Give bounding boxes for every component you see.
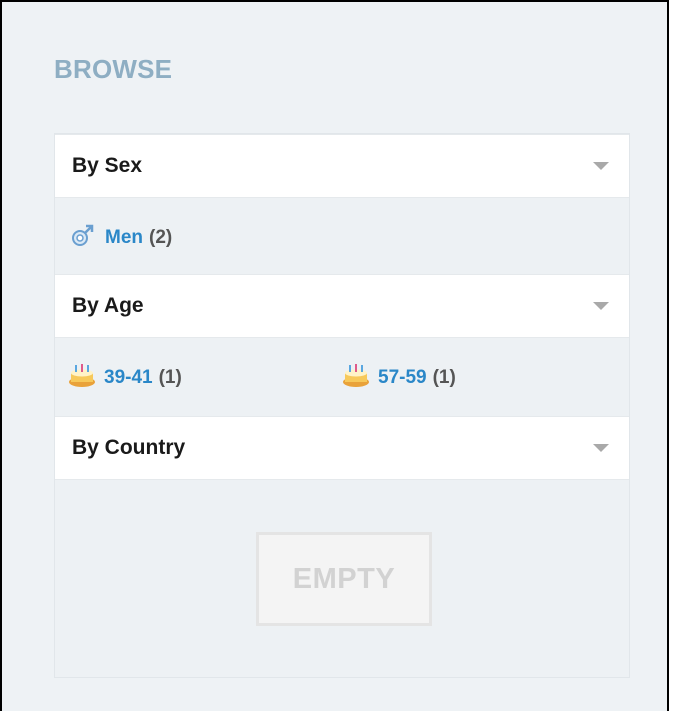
cake-icon: [68, 362, 96, 394]
by-sex-header[interactable]: By Sex: [55, 134, 629, 198]
sex-item-men-count: (2): [149, 227, 173, 248]
by-age-label: By Age: [72, 294, 144, 317]
sex-item-men[interactable]: Men (2): [71, 223, 172, 253]
by-country-label: By Country: [72, 436, 186, 459]
by-country-header[interactable]: By Country: [55, 416, 629, 480]
browse-panel: By Sex Men (2) By Age 39-41 (1) 57-59 (1…: [54, 133, 630, 678]
age-item-57-59-link[interactable]: 57-59: [378, 367, 427, 389]
empty-button[interactable]: EMPTY: [256, 532, 432, 626]
chevron-down-icon[interactable]: [593, 302, 609, 310]
browse-widget: BROWSE By Sex Men (2) By Age 39-41 (1) 5…: [0, 0, 669, 711]
age-item-57-59-count: (1): [432, 367, 456, 388]
age-item-57-59[interactable]: 57-59 (1): [342, 362, 456, 394]
by-age-header[interactable]: By Age: [55, 274, 629, 338]
age-item-39-41[interactable]: 39-41 (1): [68, 362, 182, 394]
by-sex-label: By Sex: [72, 154, 143, 177]
chevron-down-icon[interactable]: [593, 444, 609, 452]
male-icon: [71, 223, 97, 253]
sex-item-men-link[interactable]: Men: [105, 227, 143, 249]
age-item-39-41-link[interactable]: 39-41: [104, 367, 153, 389]
chevron-down-icon[interactable]: [593, 162, 609, 170]
cake-icon: [342, 362, 370, 394]
browse-title: BROWSE: [54, 54, 173, 84]
age-item-39-41-count: (1): [158, 367, 182, 388]
